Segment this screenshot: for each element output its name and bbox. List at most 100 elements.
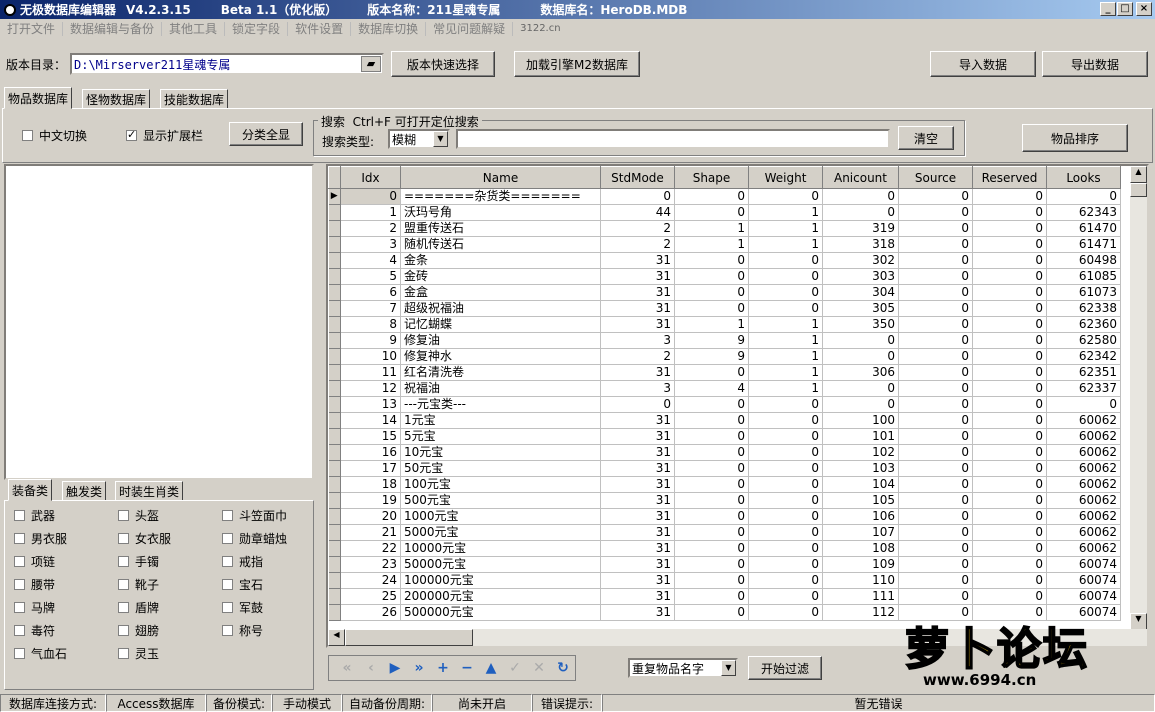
- table-row[interactable]: 18 100元宝 31 0 0 104 0 0 60062: [328, 476, 1121, 493]
- table-row[interactable]: 22 10000元宝 31 0 0 108 0 0 60062: [328, 540, 1121, 557]
- cell-weight[interactable]: 0: [748, 268, 823, 285]
- table-row[interactable]: 3 随机传送石 2 1 1 318 0 0 61471: [328, 236, 1121, 253]
- cell-source[interactable]: 0: [898, 428, 973, 445]
- cell-name[interactable]: 沃玛号角: [400, 204, 601, 221]
- table-row[interactable]: 13 ---元宝类--- 0 0 0 0 0 0 0: [328, 396, 1121, 413]
- menu-item-7[interactable]: 3122.cn: [513, 22, 567, 36]
- tab-skills[interactable]: 技能数据库: [160, 89, 229, 109]
- tab-items[interactable]: 物品数据库: [4, 87, 73, 109]
- cell-shape[interactable]: 0: [674, 508, 749, 525]
- cell-reserved[interactable]: 0: [972, 332, 1047, 349]
- row-indicator[interactable]: [328, 364, 341, 381]
- cell-stdmode[interactable]: 3: [600, 332, 675, 349]
- row-indicator[interactable]: [328, 316, 341, 333]
- table-row[interactable]: 17 50元宝 31 0 0 103 0 0 60062: [328, 460, 1121, 477]
- cell-name[interactable]: 1000元宝: [400, 508, 601, 525]
- row-indicator[interactable]: [328, 524, 341, 541]
- row-indicator[interactable]: [328, 252, 341, 269]
- cell-source[interactable]: 0: [898, 588, 973, 605]
- cell-idx[interactable]: 18: [340, 476, 401, 493]
- cell-weight[interactable]: 0: [748, 508, 823, 525]
- cell-looks[interactable]: 61085: [1046, 268, 1121, 285]
- cell-stdmode[interactable]: 44: [600, 204, 675, 221]
- cell-anicount[interactable]: 0: [822, 188, 899, 205]
- row-indicator[interactable]: [328, 348, 341, 365]
- export-button[interactable]: 导出数据: [1042, 51, 1148, 77]
- cell-stdmode[interactable]: 31: [600, 604, 675, 621]
- cell-reserved[interactable]: 0: [972, 524, 1047, 541]
- cell-weight[interactable]: 0: [748, 604, 823, 621]
- cell-idx[interactable]: 19: [340, 492, 401, 509]
- cell-stdmode[interactable]: 31: [600, 524, 675, 541]
- cell-anicount[interactable]: 305: [822, 300, 899, 317]
- cell-idx[interactable]: 3: [340, 236, 401, 253]
- cell-stdmode[interactable]: 31: [600, 588, 675, 605]
- cell-anicount[interactable]: 106: [822, 508, 899, 525]
- table-row[interactable]: ▶ 0 =======杂货类======= 0 0 0 0 0 0 0: [328, 188, 1121, 205]
- cell-anicount[interactable]: 105: [822, 492, 899, 509]
- cell-anicount[interactable]: 0: [822, 348, 899, 365]
- menu-item-4[interactable]: 软件设置: [288, 22, 352, 36]
- table-row[interactable]: 16 10元宝 31 0 0 102 0 0 60062: [328, 444, 1121, 461]
- cell-source[interactable]: 0: [898, 460, 973, 477]
- cell-stdmode[interactable]: 31: [600, 540, 675, 557]
- table-row[interactable]: 24 100000元宝 31 0 0 110 0 0 60074: [328, 572, 1121, 589]
- cell-shape[interactable]: 0: [674, 412, 749, 429]
- cell-name[interactable]: 50元宝: [400, 460, 601, 477]
- cancel-record-icon[interactable]: ✕: [527, 660, 551, 676]
- category-checkbox-7[interactable]: 手镯: [118, 553, 159, 570]
- row-indicator[interactable]: [328, 476, 341, 493]
- cell-anicount[interactable]: 350: [822, 316, 899, 333]
- cell-name[interactable]: =======杂货类=======: [400, 188, 601, 205]
- cell-stdmode[interactable]: 31: [600, 428, 675, 445]
- search-input[interactable]: [456, 129, 890, 149]
- scroll-left-icon[interactable]: ◀: [328, 629, 345, 646]
- cell-shape[interactable]: 0: [674, 572, 749, 589]
- cell-name[interactable]: 100元宝: [400, 476, 601, 493]
- cell-reserved[interactable]: 0: [972, 460, 1047, 477]
- row-indicator[interactable]: [328, 220, 341, 237]
- column-header-anicount[interactable]: Anicount: [822, 166, 899, 189]
- table-row[interactable]: 15 5元宝 31 0 0 101 0 0 60062: [328, 428, 1121, 445]
- cell-anicount[interactable]: 0: [822, 204, 899, 221]
- cell-looks[interactable]: 60062: [1046, 524, 1121, 541]
- refresh-icon[interactable]: ↻: [551, 660, 575, 676]
- cell-looks[interactable]: 60062: [1046, 492, 1121, 509]
- row-indicator[interactable]: [328, 572, 341, 589]
- cell-name[interactable]: 200000元宝: [400, 588, 601, 605]
- cell-stdmode[interactable]: 2: [600, 220, 675, 237]
- cell-idx[interactable]: 20: [340, 508, 401, 525]
- cell-anicount[interactable]: 318: [822, 236, 899, 253]
- row-indicator[interactable]: [328, 540, 341, 557]
- close-button[interactable]: ×: [1136, 2, 1152, 16]
- current-row-icon[interactable]: ▶: [328, 188, 341, 205]
- cn-switch-checkbox[interactable]: 中文切换: [22, 127, 87, 144]
- cell-name[interactable]: 超级祝福油: [400, 300, 601, 317]
- cell-name[interactable]: 修复神水: [400, 348, 601, 365]
- cell-weight[interactable]: 0: [748, 188, 823, 205]
- cell-stdmode[interactable]: 31: [600, 476, 675, 493]
- cell-name[interactable]: 10元宝: [400, 444, 601, 461]
- cell-anicount[interactable]: 102: [822, 444, 899, 461]
- cell-source[interactable]: 0: [898, 284, 973, 301]
- cell-shape[interactable]: 0: [674, 428, 749, 445]
- cell-idx[interactable]: 13: [340, 396, 401, 413]
- cell-anicount[interactable]: 304: [822, 284, 899, 301]
- cell-shape[interactable]: 0: [674, 284, 749, 301]
- cell-weight[interactable]: 1: [748, 220, 823, 237]
- category-checkbox-16[interactable]: 翅膀: [118, 622, 159, 639]
- cell-weight[interactable]: 0: [748, 492, 823, 509]
- cell-shape[interactable]: 0: [674, 444, 749, 461]
- category-checkbox-2[interactable]: 斗笠面巾: [222, 507, 287, 524]
- delete-record-icon[interactable]: −: [455, 660, 479, 676]
- load-engine-button[interactable]: 加载引擎M2数据库: [514, 51, 640, 77]
- cell-anicount[interactable]: 104: [822, 476, 899, 493]
- cell-name[interactable]: 金砖: [400, 268, 601, 285]
- cell-stdmode[interactable]: 31: [600, 268, 675, 285]
- cell-stdmode[interactable]: 31: [600, 252, 675, 269]
- category-checkbox-3[interactable]: 男衣服: [14, 530, 67, 547]
- cell-name[interactable]: 10000元宝: [400, 540, 601, 557]
- cell-reserved[interactable]: 0: [972, 540, 1047, 557]
- cell-source[interactable]: 0: [898, 396, 973, 413]
- folder-icon[interactable]: ▰: [361, 56, 381, 72]
